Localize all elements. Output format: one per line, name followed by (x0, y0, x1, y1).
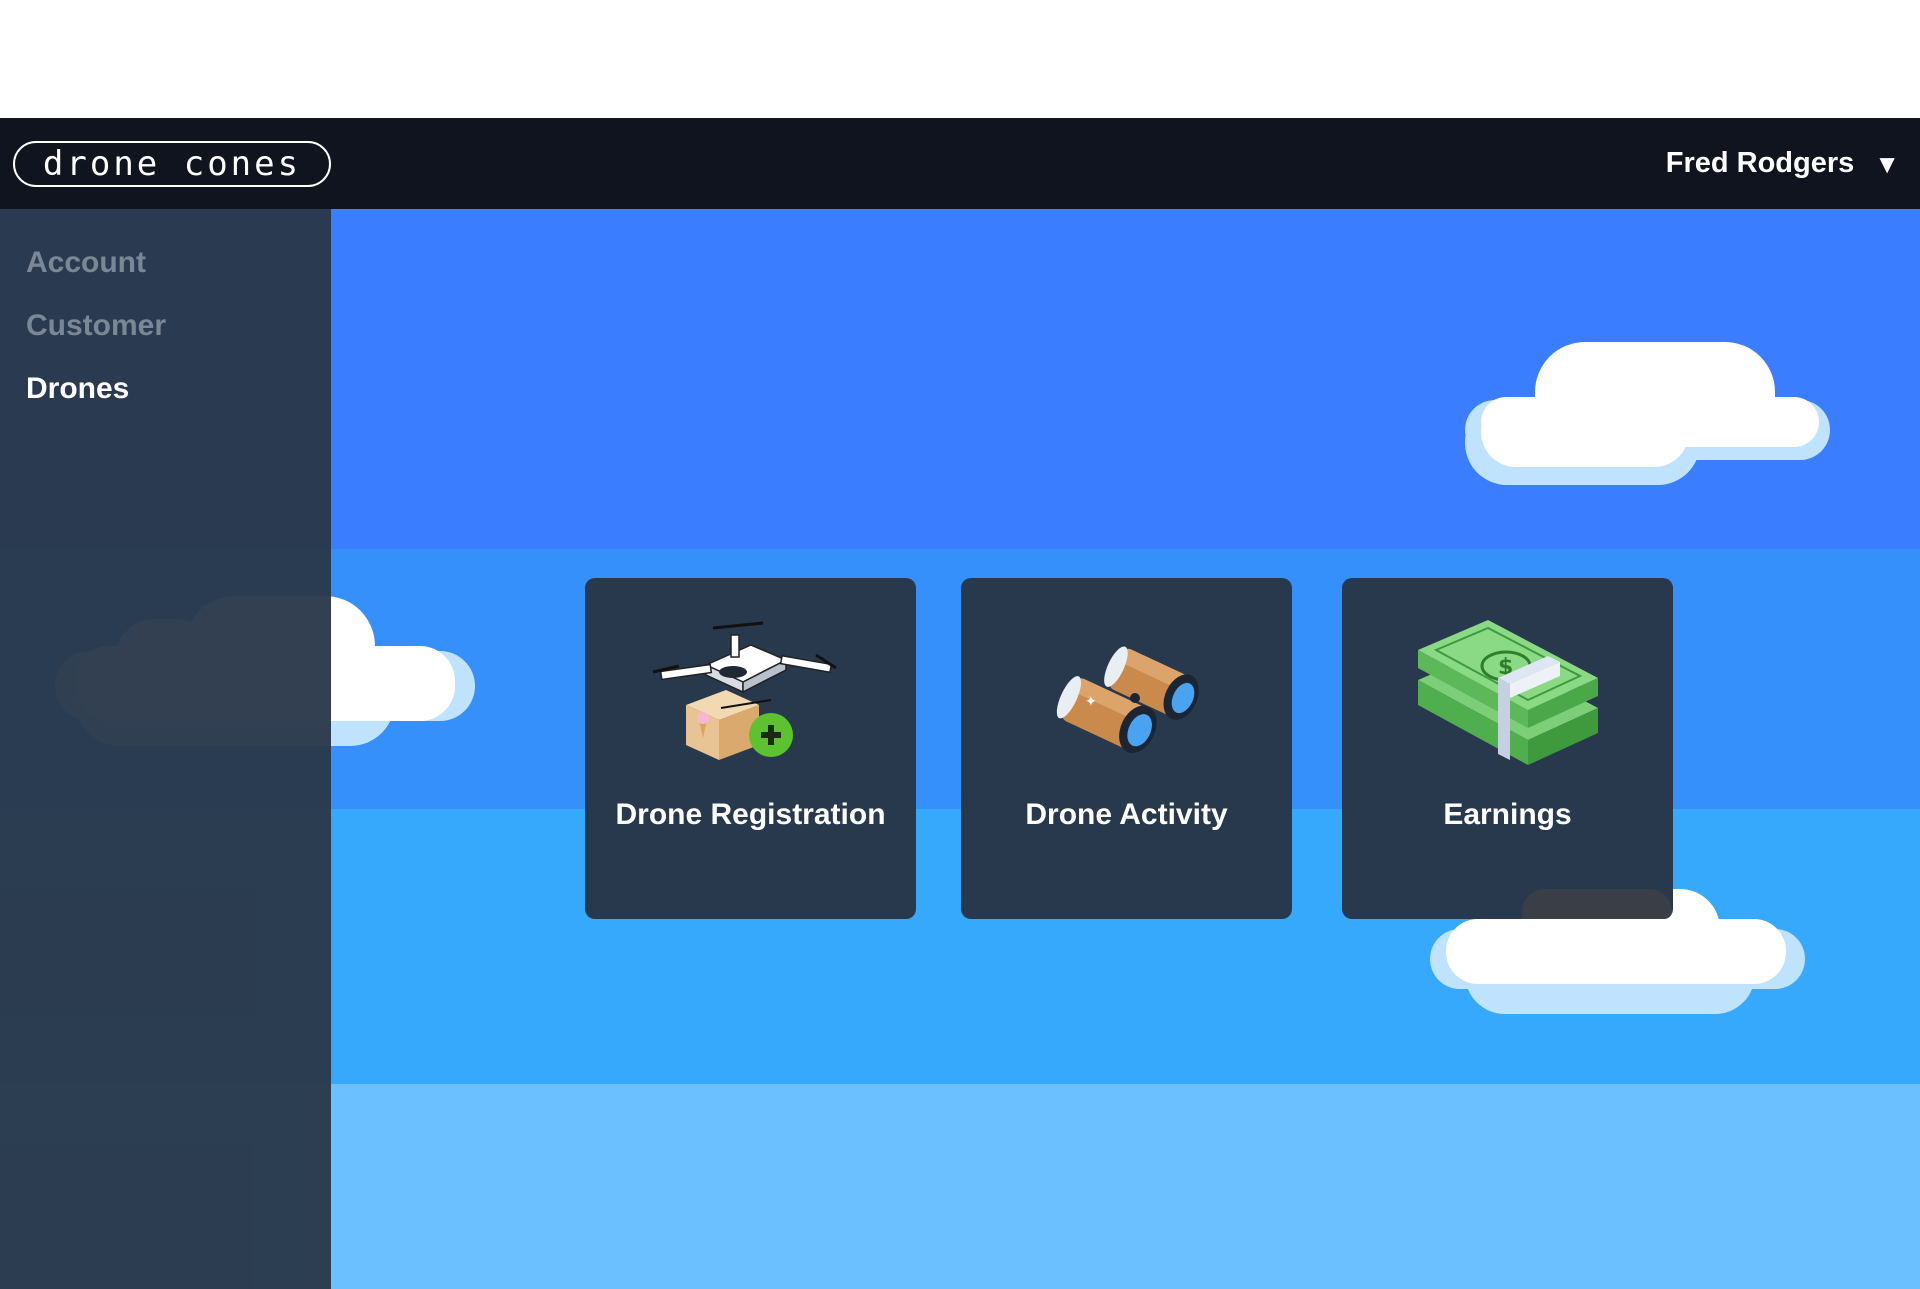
card-label: Drone Registration (615, 798, 886, 831)
binoculars-icon: ✦ (1056, 646, 1199, 754)
cloud-decoration (1465, 342, 1830, 492)
card-label: Earnings (1443, 798, 1572, 831)
card-label: Drone Activity (1025, 798, 1228, 831)
drone-package-plus-icon (652, 621, 837, 760)
user-menu[interactable]: Fred Rodgers ▼ (1666, 147, 1900, 180)
sidebar-item-drones[interactable]: Drones (0, 361, 331, 424)
top-blank-area (0, 0, 1920, 118)
money-stack-icon: $ (1417, 620, 1598, 765)
app-header: drone cones Fred Rodgers ▼ (0, 118, 1920, 209)
sidebar-item-account[interactable]: Account (0, 235, 331, 298)
svg-text:✦: ✦ (1085, 694, 1097, 710)
caret-down-icon: ▼ (1874, 148, 1900, 179)
drone-registration-card[interactable]: Drone Registration (585, 578, 916, 919)
cloud-overlap-shadow (1522, 889, 1672, 919)
drone-activity-card[interactable]: ✦ Drone Activity (961, 578, 1292, 919)
sidebar-nav: Account Customer Drones (0, 209, 331, 1289)
earnings-card[interactable]: $ Earnings (1342, 578, 1673, 919)
user-name: Fred Rodgers (1665, 147, 1855, 179)
drone-cones-logo[interactable]: drone cones (13, 140, 331, 187)
sidebar-item-customer[interactable]: Customer (0, 298, 331, 361)
